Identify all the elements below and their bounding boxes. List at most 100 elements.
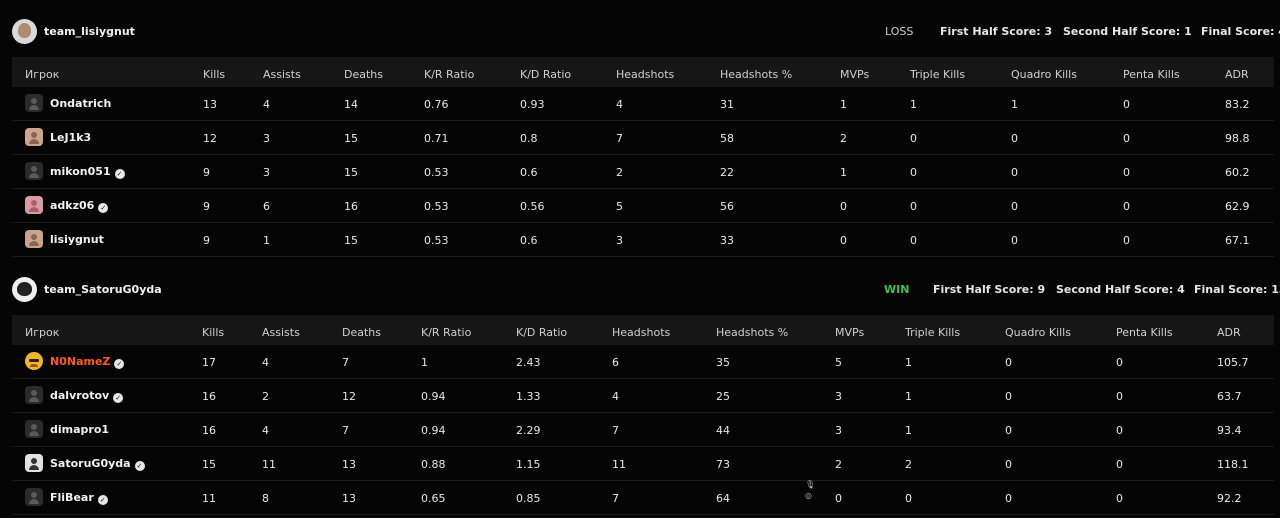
player-name[interactable]: dimapro1 [50, 423, 109, 436]
stat-penta-kills: 0 [1116, 424, 1123, 437]
column-header-kd-ratio[interactable]: K/D Ratio [520, 68, 571, 81]
stat-penta-kills: 0 [1123, 234, 1130, 247]
first-half-score: First Half Score: 3 [940, 25, 1053, 38]
column-header-headshots-percent[interactable]: Headshots % [720, 68, 792, 81]
stat-adr: 83.2 [1225, 98, 1250, 111]
stat-quadro-kills: 0 [1011, 132, 1018, 145]
column-header-adr[interactable]: ADR [1217, 326, 1241, 339]
pink-avatar[interactable] [25, 196, 43, 214]
placeholder-avatar[interactable] [25, 386, 43, 404]
final-score: Final Score: 13 [1194, 283, 1280, 296]
player-name[interactable]: N0NameZ ✓ [50, 355, 125, 369]
stat-triple-kills: 1 [905, 424, 912, 437]
column-header-kills[interactable]: Kills [202, 326, 224, 339]
stat-adr: 92.2 [1217, 492, 1242, 505]
column-header-mvps[interactable]: MVPs [835, 326, 864, 339]
emoji-avatar[interactable] [25, 352, 43, 370]
stat-adr: 62.9 [1225, 200, 1250, 213]
microphone-icon[interactable]: 🎙 [805, 479, 815, 490]
stat-kills: 15 [202, 458, 216, 471]
stat-headshots: 2 [616, 166, 623, 179]
player-name[interactable]: SatoruG0yda ✓ [50, 457, 145, 471]
team-name[interactable]: team_lisiygnut [44, 25, 135, 38]
column-header-player[interactable]: Игрок [25, 68, 59, 81]
column-header-quadro-kills[interactable]: Quadro Kills [1011, 68, 1077, 81]
player-name[interactable]: adkz06 ✓ [50, 199, 109, 213]
stat-kills: 16 [202, 424, 216, 437]
table-header-row: Игрок Kills Assists Deaths K/R Ratio K/D Rati… [12, 57, 1274, 87]
stat-mvps: 0 [835, 492, 842, 505]
column-header-deaths[interactable]: Deaths [342, 326, 381, 339]
column-header-mvps[interactable]: MVPs [840, 68, 869, 81]
overlay-icons: 🎙 ◎ [805, 479, 815, 501]
stat-headshots: 3 [616, 234, 623, 247]
stat-deaths: 16 [344, 200, 358, 213]
stats-table: Игрок Kills Assists Deaths K/R Ratio K/D Rati… [12, 315, 1274, 515]
column-header-headshots[interactable]: Headshots [616, 68, 674, 81]
stat-kr-ratio: 0.65 [421, 492, 446, 505]
stat-headshots-percent: 44 [716, 424, 730, 437]
stat-triple-kills: 0 [910, 166, 917, 179]
team-avatar[interactable] [12, 277, 37, 302]
stat-headshots: 7 [612, 424, 619, 437]
column-header-quadro-kills[interactable]: Quadro Kills [1005, 326, 1071, 339]
verified-icon: ✓ [113, 393, 124, 403]
column-header-headshots-percent[interactable]: Headshots % [716, 326, 788, 339]
photo-avatar[interactable] [25, 230, 43, 248]
column-header-assists[interactable]: Assists [262, 326, 300, 339]
stat-kr-ratio: 0.94 [421, 390, 446, 403]
stat-assists: 4 [262, 356, 269, 369]
stat-deaths: 7 [342, 356, 349, 369]
stat-quadro-kills: 0 [1005, 492, 1012, 505]
stat-quadro-kills: 0 [1005, 424, 1012, 437]
column-header-adr[interactable]: ADR [1225, 68, 1249, 81]
stat-kd-ratio: 2.29 [516, 424, 541, 437]
player-name[interactable]: lisiygnut [50, 233, 104, 246]
table-row: lisiygnut 9 1 15 0.53 0.6 3 33 0 0 0 0 67.1 [12, 223, 1274, 257]
table-row: N0NameZ ✓ 17 4 7 1 2.43 6 35 5 1 0 0 105.7 [12, 345, 1274, 379]
team-avatar[interactable] [12, 19, 37, 44]
placeholder-avatar[interactable] [25, 488, 43, 506]
stat-deaths: 12 [342, 390, 356, 403]
team-name[interactable]: team_SatoruG0yda [44, 283, 162, 296]
column-header-triple-kills[interactable]: Triple Kills [905, 326, 960, 339]
stat-assists: 1 [263, 234, 270, 247]
placeholder-avatar[interactable] [25, 162, 43, 180]
placeholder-avatar[interactable] [25, 94, 43, 112]
column-header-headshots[interactable]: Headshots [612, 326, 670, 339]
player-name[interactable]: FliBear ✓ [50, 491, 108, 505]
photo-avatar[interactable] [25, 128, 43, 146]
match-result: WIN [884, 283, 910, 296]
stat-kr-ratio: 1 [421, 356, 428, 369]
placeholder-avatar[interactable] [25, 420, 43, 438]
player-name[interactable]: dalvrotov ✓ [50, 389, 124, 403]
column-header-kr-ratio[interactable]: K/R Ratio [421, 326, 471, 339]
stat-headshots-percent: 56 [720, 200, 734, 213]
column-header-penta-kills[interactable]: Penta Kills [1116, 326, 1173, 339]
column-header-triple-kills[interactable]: Triple Kills [910, 68, 965, 81]
player-name[interactable]: LeJ1k3 [50, 131, 91, 144]
stat-kills: 12 [203, 132, 217, 145]
stat-deaths: 13 [342, 492, 356, 505]
column-header-kr-ratio[interactable]: K/R Ratio [424, 68, 474, 81]
stat-kr-ratio: 0.94 [421, 424, 446, 437]
column-header-kd-ratio[interactable]: K/D Ratio [516, 326, 567, 339]
stat-headshots: 7 [612, 492, 619, 505]
column-header-penta-kills[interactable]: Penta Kills [1123, 68, 1180, 81]
column-header-kills[interactable]: Kills [203, 68, 225, 81]
stat-mvps: 3 [835, 424, 842, 437]
player-name[interactable]: mikon051 ✓ [50, 165, 125, 179]
player-name[interactable]: Ondatrich [50, 97, 111, 110]
stat-headshots-percent: 25 [716, 390, 730, 403]
column-header-assists[interactable]: Assists [263, 68, 301, 81]
target-icon[interactable]: ◎ [805, 490, 815, 501]
white-avatar[interactable] [25, 454, 43, 472]
column-header-deaths[interactable]: Deaths [344, 68, 383, 81]
stat-kills: 11 [202, 492, 216, 505]
stat-assists: 8 [262, 492, 269, 505]
stat-quadro-kills: 0 [1005, 390, 1012, 403]
column-header-player[interactable]: Игрок [25, 326, 59, 339]
stat-penta-kills: 0 [1116, 356, 1123, 369]
table-row: dalvrotov ✓ 16 2 12 0.94 1.33 4 25 3 1 0 0 63.7 [12, 379, 1274, 413]
table-header-row: Игрок Kills Assists Deaths K/R Ratio K/D Rati… [12, 315, 1274, 345]
